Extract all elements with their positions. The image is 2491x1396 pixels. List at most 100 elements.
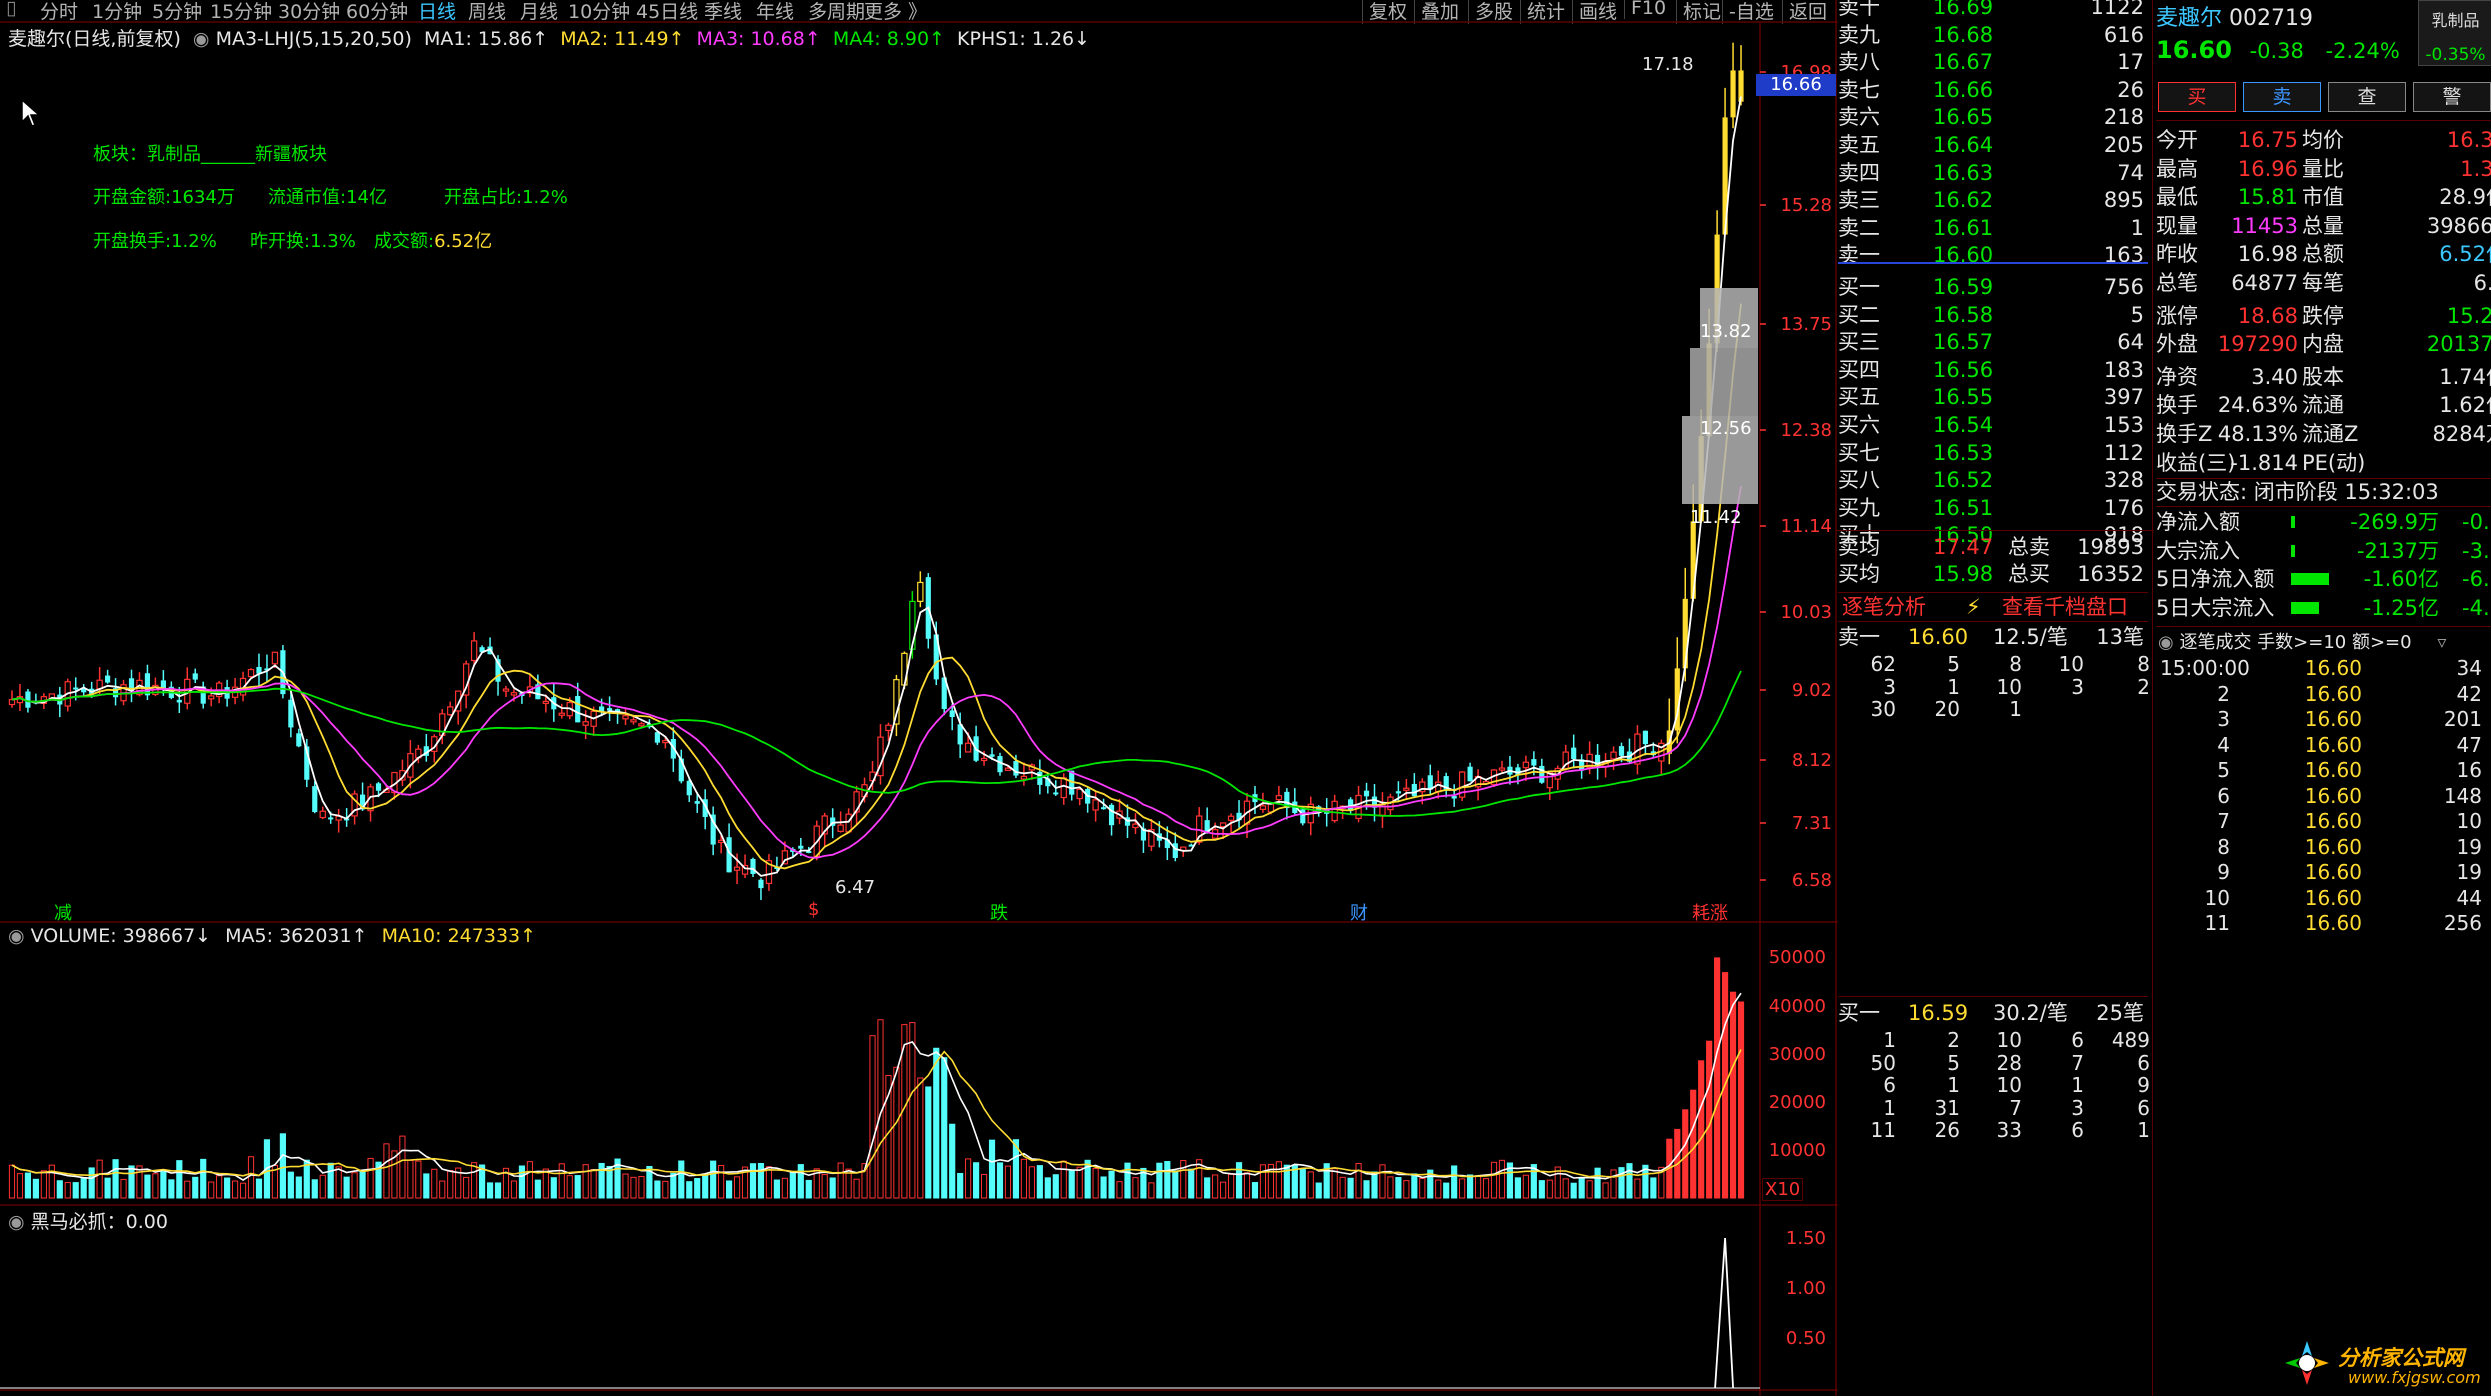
queue-cell: 28 bbox=[1996, 1050, 2022, 1075]
ma1-value: MA1: 15.86↑ bbox=[423, 28, 549, 50]
volume-bar bbox=[40, 1170, 47, 1199]
buy-level-price: 16.51 bbox=[1933, 495, 1994, 520]
volume-bar bbox=[662, 1180, 669, 1199]
stat-value: 15.28 bbox=[2446, 303, 2491, 328]
flow-pct: -3.9 bbox=[2462, 538, 2491, 563]
vol-ma10-line bbox=[11, 1049, 1742, 1178]
stat-label: 换手Z bbox=[2156, 422, 2213, 446]
tab-tick-analysis[interactable]: 逐笔分析 bbox=[1842, 593, 1926, 621]
kline-chart-area[interactable]: 16.9815.2813.7512.3811.1410.039.028.127.… bbox=[0, 0, 1838, 1396]
volume-bar bbox=[96, 1159, 103, 1199]
volume-bar bbox=[1714, 957, 1721, 1199]
buy-level-volume: 397 bbox=[2103, 385, 2144, 410]
buy-level-price: 16.52 bbox=[1933, 468, 1994, 493]
volume-bar bbox=[216, 1175, 223, 1199]
price-axis-tick: 6.58 bbox=[1792, 870, 1832, 891]
buy-level-price: 16.56 bbox=[1933, 357, 1994, 382]
queue-cell: 1 bbox=[2009, 697, 2022, 721]
sell-level-row[interactable]: 卖九 16.68 616 bbox=[1838, 22, 2148, 49]
flow-label: 净流入额 bbox=[2156, 510, 2240, 534]
stat-label: 股本 bbox=[2302, 364, 2344, 389]
buy1-label: 买一 bbox=[1838, 1001, 1880, 1025]
trade-button[interactable]: 查 bbox=[2328, 82, 2406, 112]
stat-label: PE(动) bbox=[2302, 450, 2366, 475]
filter-icon[interactable]: ▿ bbox=[2437, 632, 2446, 653]
candle-body bbox=[949, 710, 955, 718]
tick-volume: 201 bbox=[2443, 707, 2482, 731]
sell-level-row[interactable]: 卖十 16.69 1122 bbox=[1838, 0, 2148, 21]
indicator-name[interactable]: MA3-LHJ(5,15,20,50) bbox=[216, 28, 412, 50]
buy-level-row[interactable]: 买九 16.51 176 bbox=[1838, 495, 2148, 522]
low-price-label: 6.47 bbox=[835, 877, 876, 898]
sell-level-row[interactable]: 卖四 16.63 74 bbox=[1838, 160, 2148, 187]
buy-level-row[interactable]: 买二 16.58 5 bbox=[1838, 302, 2148, 329]
flow-value: -2137万 bbox=[2356, 538, 2439, 563]
stat-value: 8284万 bbox=[2432, 422, 2491, 446]
price-change-pct: -2.24% bbox=[2325, 39, 2400, 63]
volume-toggle-icon[interactable]: ◉ bbox=[8, 925, 25, 947]
queue-cell: 33 bbox=[1996, 1118, 2022, 1142]
stat-label: 收益(三) bbox=[2156, 450, 2236, 475]
chart-header: 麦趣尔(日线,前复权) ◉ MA3-LHJ(5,15,20,50) MA1: 1… bbox=[8, 24, 1090, 51]
buy-level-volume: 183 bbox=[2103, 357, 2144, 382]
price-axis-tick: 15.28 bbox=[1780, 195, 1832, 216]
volume-bar bbox=[1586, 1180, 1593, 1199]
candle-body bbox=[638, 723, 645, 727]
indicator-toggle-icon[interactable]: ◉ bbox=[8, 1211, 25, 1233]
event-marker[interactable]: 财 bbox=[1350, 899, 1368, 925]
tick-row: 3 16.60 201 bbox=[2160, 707, 2490, 732]
buy-level-row[interactable]: 买七 16.53 112 bbox=[1838, 440, 2148, 467]
event-marker[interactable]: $ bbox=[808, 899, 819, 920]
buy-level-row[interactable]: 买三 16.57 64 bbox=[1838, 329, 2148, 356]
buy-level-row[interactable]: 买六 16.54 153 bbox=[1838, 412, 2148, 439]
event-marker[interactable]: 跌 bbox=[990, 899, 1008, 925]
trade-button[interactable]: 买 bbox=[2158, 82, 2236, 112]
avg-sell-label: 卖均 bbox=[1838, 535, 1880, 559]
stat-label: 净资 bbox=[2156, 364, 2198, 389]
tab-depth-book[interactable]: 查看千档盘口 bbox=[2002, 593, 2128, 621]
open-ratio: 开盘占比:1.2% bbox=[444, 187, 568, 208]
tick-row: 9 16.60 19 bbox=[2160, 860, 2490, 885]
candle-body bbox=[271, 651, 279, 665]
buy-level-row[interactable]: 买五 16.55 397 bbox=[1838, 384, 2148, 411]
buy-level-row[interactable]: 买一 16.59 756 bbox=[1838, 274, 2148, 301]
sell-level-row[interactable]: 卖一 16.60 163 bbox=[1838, 242, 2148, 269]
candle-body bbox=[1020, 775, 1028, 780]
volume-bar bbox=[773, 1179, 780, 1199]
sell-level-row[interactable]: 卖三 16.62 895 bbox=[1838, 187, 2148, 214]
volume-bar bbox=[702, 1174, 709, 1199]
buy-level-row[interactable]: 买八 16.52 328 bbox=[1838, 467, 2148, 494]
volume-bar bbox=[1243, 1172, 1251, 1199]
tick-volume: 10 bbox=[2456, 809, 2482, 833]
event-marker[interactable]: 耗涨 bbox=[1692, 899, 1728, 925]
volume-bar bbox=[1331, 1168, 1338, 1199]
volume-bar bbox=[1220, 1181, 1227, 1199]
sell-level-row[interactable]: 卖六 16.65 218 bbox=[1838, 104, 2148, 131]
sell-level-row[interactable]: 卖二 16.61 1 bbox=[1838, 215, 2148, 242]
buy-level-row[interactable]: 买四 16.56 183 bbox=[1838, 357, 2148, 384]
sell-level-row[interactable]: 卖七 16.66 26 bbox=[1838, 77, 2148, 104]
volume-bar bbox=[120, 1178, 127, 1199]
trade-button[interactable]: 卖 bbox=[2243, 82, 2321, 112]
queue-cell: 1 bbox=[1883, 1028, 1896, 1052]
trade-button[interactable]: 警 bbox=[2413, 82, 2491, 112]
volume-bar bbox=[24, 1172, 32, 1199]
queue-cell: 5 bbox=[1947, 652, 1960, 676]
indicator-dropdown-icon[interactable]: ◉ bbox=[193, 28, 210, 50]
tick-volume: 44 bbox=[2456, 885, 2482, 910]
last-price: 16.60 bbox=[2156, 36, 2232, 64]
stat-value: 16.75 bbox=[2237, 128, 2298, 152]
ticks-toggle-icon[interactable]: ◉ bbox=[2158, 632, 2174, 653]
sell-level-row[interactable]: 卖五 16.64 205 bbox=[1838, 132, 2148, 159]
volume-bar bbox=[423, 1173, 430, 1199]
volume-bar bbox=[16, 1173, 24, 1199]
watermark-logo-icon bbox=[2285, 1341, 2329, 1385]
volume-bar bbox=[1395, 1176, 1402, 1199]
stat-value: 201377 bbox=[2426, 332, 2491, 357]
buy-level-label: 买四 bbox=[1838, 357, 1880, 382]
event-marker[interactable]: 减 bbox=[54, 899, 72, 925]
flow-bar bbox=[2291, 544, 2295, 557]
sell-level-row[interactable]: 卖八 16.67 17 bbox=[1838, 49, 2148, 76]
sector-badge[interactable]: 乳制品 -0.35% bbox=[2418, 0, 2491, 66]
volume-value: VOLUME: 398667↓ bbox=[30, 925, 212, 947]
